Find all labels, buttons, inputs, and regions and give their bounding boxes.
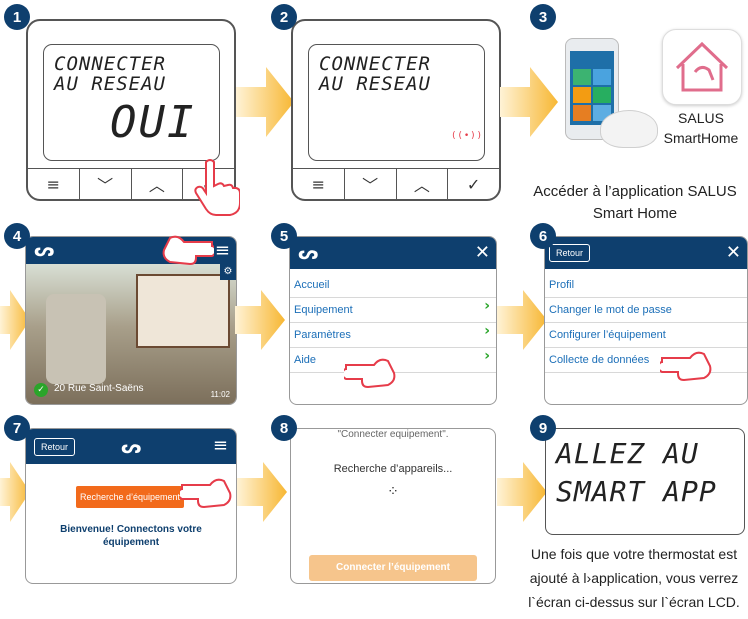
- menu-item-parametres[interactable]: Paramètres ›: [290, 323, 496, 348]
- step-badge-2: 2: [271, 4, 297, 30]
- step-badge-8: 8: [271, 415, 297, 441]
- gateway-image: [600, 110, 658, 148]
- lcd-step-9: ALLEZ AU SMART APP: [545, 428, 745, 535]
- step9-caption-line1: Une fois que votre thermostat est: [530, 546, 738, 562]
- arrow-right-icon: [497, 290, 547, 350]
- lcd-line-1: CONNECTER: [319, 53, 431, 75]
- menu-item-accueil[interactable]: Accueil: [290, 273, 496, 298]
- down-button[interactable]: ﹀: [345, 169, 397, 199]
- home-address: 20 Rue Saint-Saëns: [54, 383, 144, 394]
- check-icon: ✓: [34, 383, 48, 397]
- chevron-right-icon: ›: [484, 323, 490, 339]
- menu-item-label: Accueil: [294, 279, 330, 291]
- step3-caption: Accéder à l’application SALUS Smart Home: [525, 183, 745, 222]
- chevron-right-icon: ›: [484, 348, 490, 364]
- step-badge-1: 1: [4, 4, 30, 30]
- step3-caption-line2: Smart Home: [592, 205, 678, 222]
- hand-pointer-icon: [344, 358, 396, 389]
- hand-pointer-icon: [660, 351, 712, 382]
- arrow-right-icon: [500, 67, 558, 137]
- thermostat-step-2: CONNECTER AU RESEAU ((•)) ≡ ﹀ ︿ ✓: [291, 19, 501, 201]
- salus-logo-icon: ᔕ: [121, 437, 142, 458]
- menu-item-data-collection[interactable]: Collecte de données: [545, 348, 747, 373]
- up-button[interactable]: ︿: [132, 169, 184, 199]
- welcome-text: Bienvenue! Connectons votre équipement: [26, 524, 236, 548]
- loading-spinner-icon: ⁘: [387, 484, 399, 500]
- menu-item-label: Aide: [294, 354, 317, 366]
- app-screen-step-6: Retour ✕ Profil Changer le mot de passe …: [544, 236, 748, 405]
- app-name-line2: SmartHome: [663, 130, 739, 146]
- back-button[interactable]: Retour: [34, 438, 76, 456]
- lcd-line-1: CONNECTER: [54, 53, 166, 75]
- lcd-line-1: ALLEZ AU: [556, 437, 699, 470]
- step-badge-5: 5: [271, 223, 297, 249]
- connect-equipment-title: "Connecter equipement".: [337, 429, 449, 440]
- menu-button[interactable]: ≡: [293, 169, 345, 199]
- hand-pointer-icon: [180, 478, 232, 509]
- chevron-right-icon: ›: [484, 298, 490, 314]
- menu-item-label: Paramètres: [294, 329, 351, 341]
- lcd-big-value: OUI: [110, 97, 196, 148]
- connect-equipment-button[interactable]: Connecter l’équipement: [309, 555, 477, 581]
- step9-caption-line3: l`écran ci-dessus sur l`écran LCD.: [528, 594, 740, 610]
- menu-item-configure-equipment[interactable]: Configurer l’équipement: [545, 323, 747, 348]
- thermostat-lcd: CONNECTER AU RESEAU OUI: [43, 44, 220, 161]
- wifi-signal-icon: ((•)): [451, 131, 484, 141]
- search-equipment-button[interactable]: Recherche d’équipement: [76, 486, 184, 508]
- salus-logo-icon: ᔕ: [34, 240, 55, 261]
- app-logo-icon: [662, 29, 742, 105]
- step9-caption: Une fois que votre thermostat est ajouté…: [520, 542, 748, 614]
- menu-button[interactable]: ≡: [28, 169, 80, 199]
- step3-caption-line1: Accéder à l’application SALUS: [533, 183, 737, 200]
- thermostat-lcd: CONNECTER AU RESEAU ((•)): [308, 44, 485, 161]
- step-badge-6: 6: [530, 223, 556, 249]
- step9-caption-line2: ajouté à l›application, vous verrez: [529, 570, 739, 586]
- app-name-line1: SALUS: [678, 110, 724, 126]
- menu-item-label: Configurer l’équipement: [549, 329, 666, 341]
- menu-item-label: Equipement: [294, 304, 353, 316]
- lcd-line-2: SMART APP: [556, 475, 717, 508]
- arrow-right-icon: [236, 67, 294, 137]
- up-button[interactable]: ︿: [397, 169, 449, 199]
- app-screen-step-8: "Connecter equipement". Recherche d’appa…: [290, 428, 496, 584]
- step-badge-7: 7: [4, 415, 30, 441]
- salus-logo-icon: ᔕ: [298, 243, 319, 264]
- step-badge-9: 9: [530, 415, 556, 441]
- menu-item-change-password[interactable]: Changer le mot de passe: [545, 298, 747, 323]
- arrow-right-icon: [237, 462, 287, 522]
- menu-item-label: Collecte de données: [549, 354, 650, 366]
- down-button[interactable]: ﹀: [80, 169, 132, 199]
- app-header: Retour ᔕ ≡: [26, 429, 236, 464]
- hand-pointer-icon: [162, 235, 214, 266]
- searching-devices-text: Recherche d’appareils...: [333, 463, 453, 475]
- thermostat-button-row: ≡ ﹀ ︿ ✓: [293, 168, 499, 199]
- app-header: ᔕ ✕: [290, 237, 496, 269]
- confirm-button[interactable]: ✓: [448, 169, 499, 199]
- step-badge-4: 4: [4, 223, 30, 249]
- arrow-right-icon: [235, 290, 285, 350]
- close-icon[interactable]: ✕: [475, 242, 490, 263]
- close-icon[interactable]: ✕: [726, 242, 741, 263]
- welcome-line2: équipement: [102, 537, 160, 548]
- menu-item-label: Changer le mot de passe: [549, 304, 672, 316]
- back-button[interactable]: Retour: [549, 244, 591, 262]
- hamburger-menu-icon[interactable]: ≡: [213, 435, 228, 456]
- lcd-line-2: AU RESEAU: [54, 73, 166, 95]
- menu-item-profil[interactable]: Profil: [545, 273, 747, 298]
- lcd-line-2: AU RESEAU: [319, 73, 431, 95]
- hamburger-menu-icon[interactable]: ≡: [215, 240, 230, 261]
- hand-pointer-icon: [194, 159, 240, 216]
- menu-item-equipement[interactable]: Equipement ›: [290, 298, 496, 323]
- home-time: 11:02: [210, 390, 230, 399]
- welcome-line1: Bienvenue! Connectons votre: [60, 524, 202, 535]
- settings-gear-icon[interactable]: ⚙: [220, 264, 236, 280]
- menu-item-label: Profil: [549, 279, 575, 291]
- step-badge-3: 3: [530, 4, 556, 30]
- app-header: Retour ✕: [545, 237, 747, 269]
- app-logo-label: SALUS SmartHome: [662, 110, 740, 146]
- arrow-right-icon: [497, 462, 547, 522]
